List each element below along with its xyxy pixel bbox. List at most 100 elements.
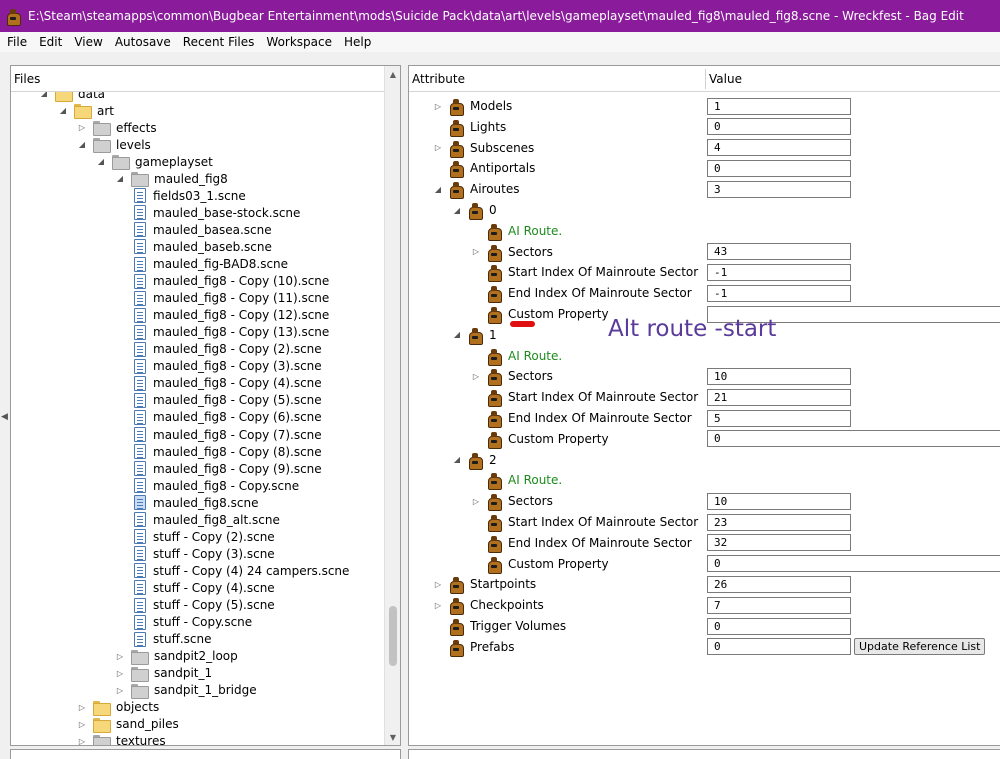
column-separator[interactable] [705, 69, 706, 89]
file-tree-item[interactable]: stuff - Copy (4) 24 campers.scne [134, 562, 349, 579]
attribute-row[interactable]: Trigger Volumes [433, 616, 566, 636]
expand-arrow-icon[interactable]: ▷ [77, 736, 87, 745]
collapse-arrow-icon[interactable]: ◢ [452, 330, 462, 340]
collapse-arrow-icon[interactable]: ◢ [452, 455, 462, 465]
folder-tree-item[interactable]: ▷ sand_piles [77, 716, 179, 733]
file-tree-item[interactable]: mauled_fig8 - Copy (12).scne [134, 307, 329, 324]
file-tree-item[interactable]: mauled_baseb.scne [134, 238, 272, 255]
attribute-column-header[interactable]: Attribute [412, 66, 465, 92]
attribute-row[interactable]: End Index Of Mainroute Sector [471, 408, 692, 428]
expand-arrow-icon[interactable]: ▷ [433, 579, 443, 589]
file-tree-item[interactable]: mauled_fig8 - Copy (13).scne [134, 324, 329, 341]
file-tree-item[interactable]: stuff - Copy (3).scne [134, 545, 275, 562]
file-tree-item[interactable]: mauled_fig8 - Copy.scne [134, 477, 299, 494]
value-field[interactable]: 0 [707, 638, 851, 656]
value-column-header[interactable]: Value [709, 66, 742, 92]
attribute-row[interactable]: ▷ Models [433, 96, 512, 116]
file-tree-item[interactable]: stuff - Copy (2).scne [134, 528, 275, 545]
file-tree-item[interactable]: mauled_base-stock.scne [134, 204, 300, 221]
value-field[interactable]: 10 [707, 367, 851, 385]
value-field[interactable]: 21 [707, 388, 851, 406]
scroll-up-arrow-icon[interactable]: ▲ [385, 66, 401, 82]
value-field[interactable]: 0 [707, 430, 1000, 448]
file-tree-item[interactable]: mauled_fig8 - Copy (3).scne [134, 358, 322, 375]
value-field[interactable]: -1 [707, 284, 851, 302]
expand-arrow-icon[interactable]: ▷ [433, 143, 443, 153]
folder-tree-item[interactable]: ▷ textures [77, 733, 166, 745]
expand-arrow-icon[interactable]: ▷ [115, 651, 125, 661]
value-field[interactable]: 32 [707, 534, 851, 552]
expand-arrow-icon[interactable]: ▷ [77, 702, 87, 712]
value-field[interactable]: 3 [707, 180, 851, 198]
attribute-row[interactable]: Start Index Of Mainroute Sector [471, 387, 698, 408]
value-field[interactable]: 23 [707, 513, 851, 531]
folder-tree-item[interactable]: ▷ objects [77, 699, 159, 716]
file-tree-item[interactable]: mauled_fig8 - Copy (6).scne [134, 409, 322, 426]
file-tree-item[interactable]: mauled_fig8 - Copy (7).scne [134, 426, 322, 443]
file-tree-item[interactable]: mauled_fig8 - Copy (2).scne [134, 341, 322, 358]
file-tree-item[interactable]: mauled_basea.scne [134, 221, 272, 238]
file-tree-item[interactable]: mauled_fig8 - Copy (4).scne [134, 375, 322, 392]
file-tree[interactable]: ◢ data ◢ art ▷ effects ◢ levels ◢ gameplayset ◢ mau… [11, 92, 384, 745]
file-tree-item[interactable]: stuff - Copy (5).scne [134, 597, 275, 614]
menu-item-help[interactable]: Help [338, 32, 377, 52]
attribute-row[interactable]: ▷ Subscenes [433, 138, 534, 158]
expand-arrow-icon[interactable]: ▷ [77, 123, 87, 133]
file-tree-item[interactable]: stuff - Copy.scne [134, 614, 252, 631]
menu-item-workspace[interactable]: Workspace [260, 32, 338, 52]
attribute-row[interactable]: ▷ Sectors [471, 366, 553, 387]
folder-tree-item[interactable]: ◢ gameplayset [96, 153, 213, 171]
expand-arrow-icon[interactable]: ▷ [115, 685, 125, 695]
menu-item-file[interactable]: File [1, 32, 33, 52]
expand-arrow-icon[interactable]: ▷ [115, 668, 125, 678]
file-tree-item[interactable]: stuff - Copy (4).scne [134, 579, 275, 596]
file-tree-item[interactable]: mauled_fig8_alt.scne [134, 511, 280, 528]
attribute-row[interactable]: ▷ Startpoints [433, 574, 536, 595]
attribute-row[interactable]: ◢ 2 [452, 450, 497, 470]
value-field[interactable]: 4 [707, 139, 851, 157]
value-field[interactable]: 43 [707, 243, 851, 261]
attribute-row[interactable]: ◢ 0 [452, 200, 497, 220]
file-tree-item[interactable]: mauled_fig8 - Copy (11).scne [134, 290, 329, 307]
collapse-arrow-icon[interactable]: ◢ [58, 106, 68, 116]
collapse-arrow-icon[interactable]: ◢ [115, 174, 125, 184]
file-tree-item[interactable]: mauled_fig-BAD8.scne [134, 256, 288, 273]
value-field[interactable]: 7 [707, 596, 851, 614]
attribute-row[interactable]: ▷ Sectors [471, 491, 553, 512]
attribute-row[interactable]: Antiportals [433, 158, 535, 179]
collapse-arrow-icon[interactable]: ◢ [96, 157, 106, 167]
attribute-row[interactable]: AI Route. [471, 221, 562, 241]
attribute-row[interactable]: Start Index Of Mainroute Sector [471, 512, 698, 532]
files-scrollbar[interactable]: ▲ ▼ [384, 66, 400, 745]
menu-item-view[interactable]: View [68, 32, 108, 52]
expand-arrow-icon[interactable]: ▷ [433, 101, 443, 111]
value-field[interactable]: 26 [707, 575, 851, 593]
folder-tree-item[interactable]: ◢ levels [77, 136, 151, 154]
update-reference-list-button[interactable]: Update Reference List [854, 638, 986, 656]
attribute-row[interactable]: Custom Property [471, 554, 609, 574]
file-tree-item[interactable]: mauled_fig8 - Copy (5).scne [134, 392, 322, 409]
scroll-thumb[interactable] [389, 606, 397, 666]
folder-tree-item[interactable]: ▷ effects [77, 119, 157, 137]
attribute-row[interactable]: ▷ Checkpoints [433, 595, 544, 616]
value-field[interactable]: 0 [707, 617, 851, 635]
folder-tree-item[interactable]: ▷ sandpit_1 [115, 665, 212, 682]
menu-item-recent-files[interactable]: Recent Files [177, 32, 261, 52]
attribute-row[interactable]: Lights [433, 117, 506, 137]
collapse-arrow-icon[interactable]: ◢ [433, 184, 443, 194]
collapse-arrow-icon[interactable]: ◢ [39, 92, 49, 99]
attribute-row[interactable]: End Index Of Mainroute Sector [471, 283, 692, 304]
attribute-row[interactable]: Start Index Of Mainroute Sector [471, 262, 698, 283]
folder-tree-item[interactable]: ◢ art [58, 102, 114, 120]
scroll-down-arrow-icon[interactable]: ▼ [385, 729, 401, 745]
folder-tree-item[interactable]: ▷ sandpit2_loop [115, 648, 238, 665]
file-tree-item[interactable]: mauled_fig8 - Copy (10).scne [134, 273, 329, 290]
value-field[interactable]: -1 [707, 263, 851, 281]
expand-arrow-icon[interactable]: ▷ [471, 496, 481, 506]
collapse-arrow-icon[interactable]: ◢ [452, 205, 462, 215]
value-field[interactable]: 10 [707, 492, 851, 510]
file-tree-item[interactable]: mauled_fig8 - Copy (8).scne [134, 443, 322, 460]
folder-tree-item[interactable]: ◢ mauled_fig8 [115, 170, 228, 188]
expand-arrow-icon[interactable]: ▷ [471, 247, 481, 257]
menu-item-edit[interactable]: Edit [33, 32, 68, 52]
